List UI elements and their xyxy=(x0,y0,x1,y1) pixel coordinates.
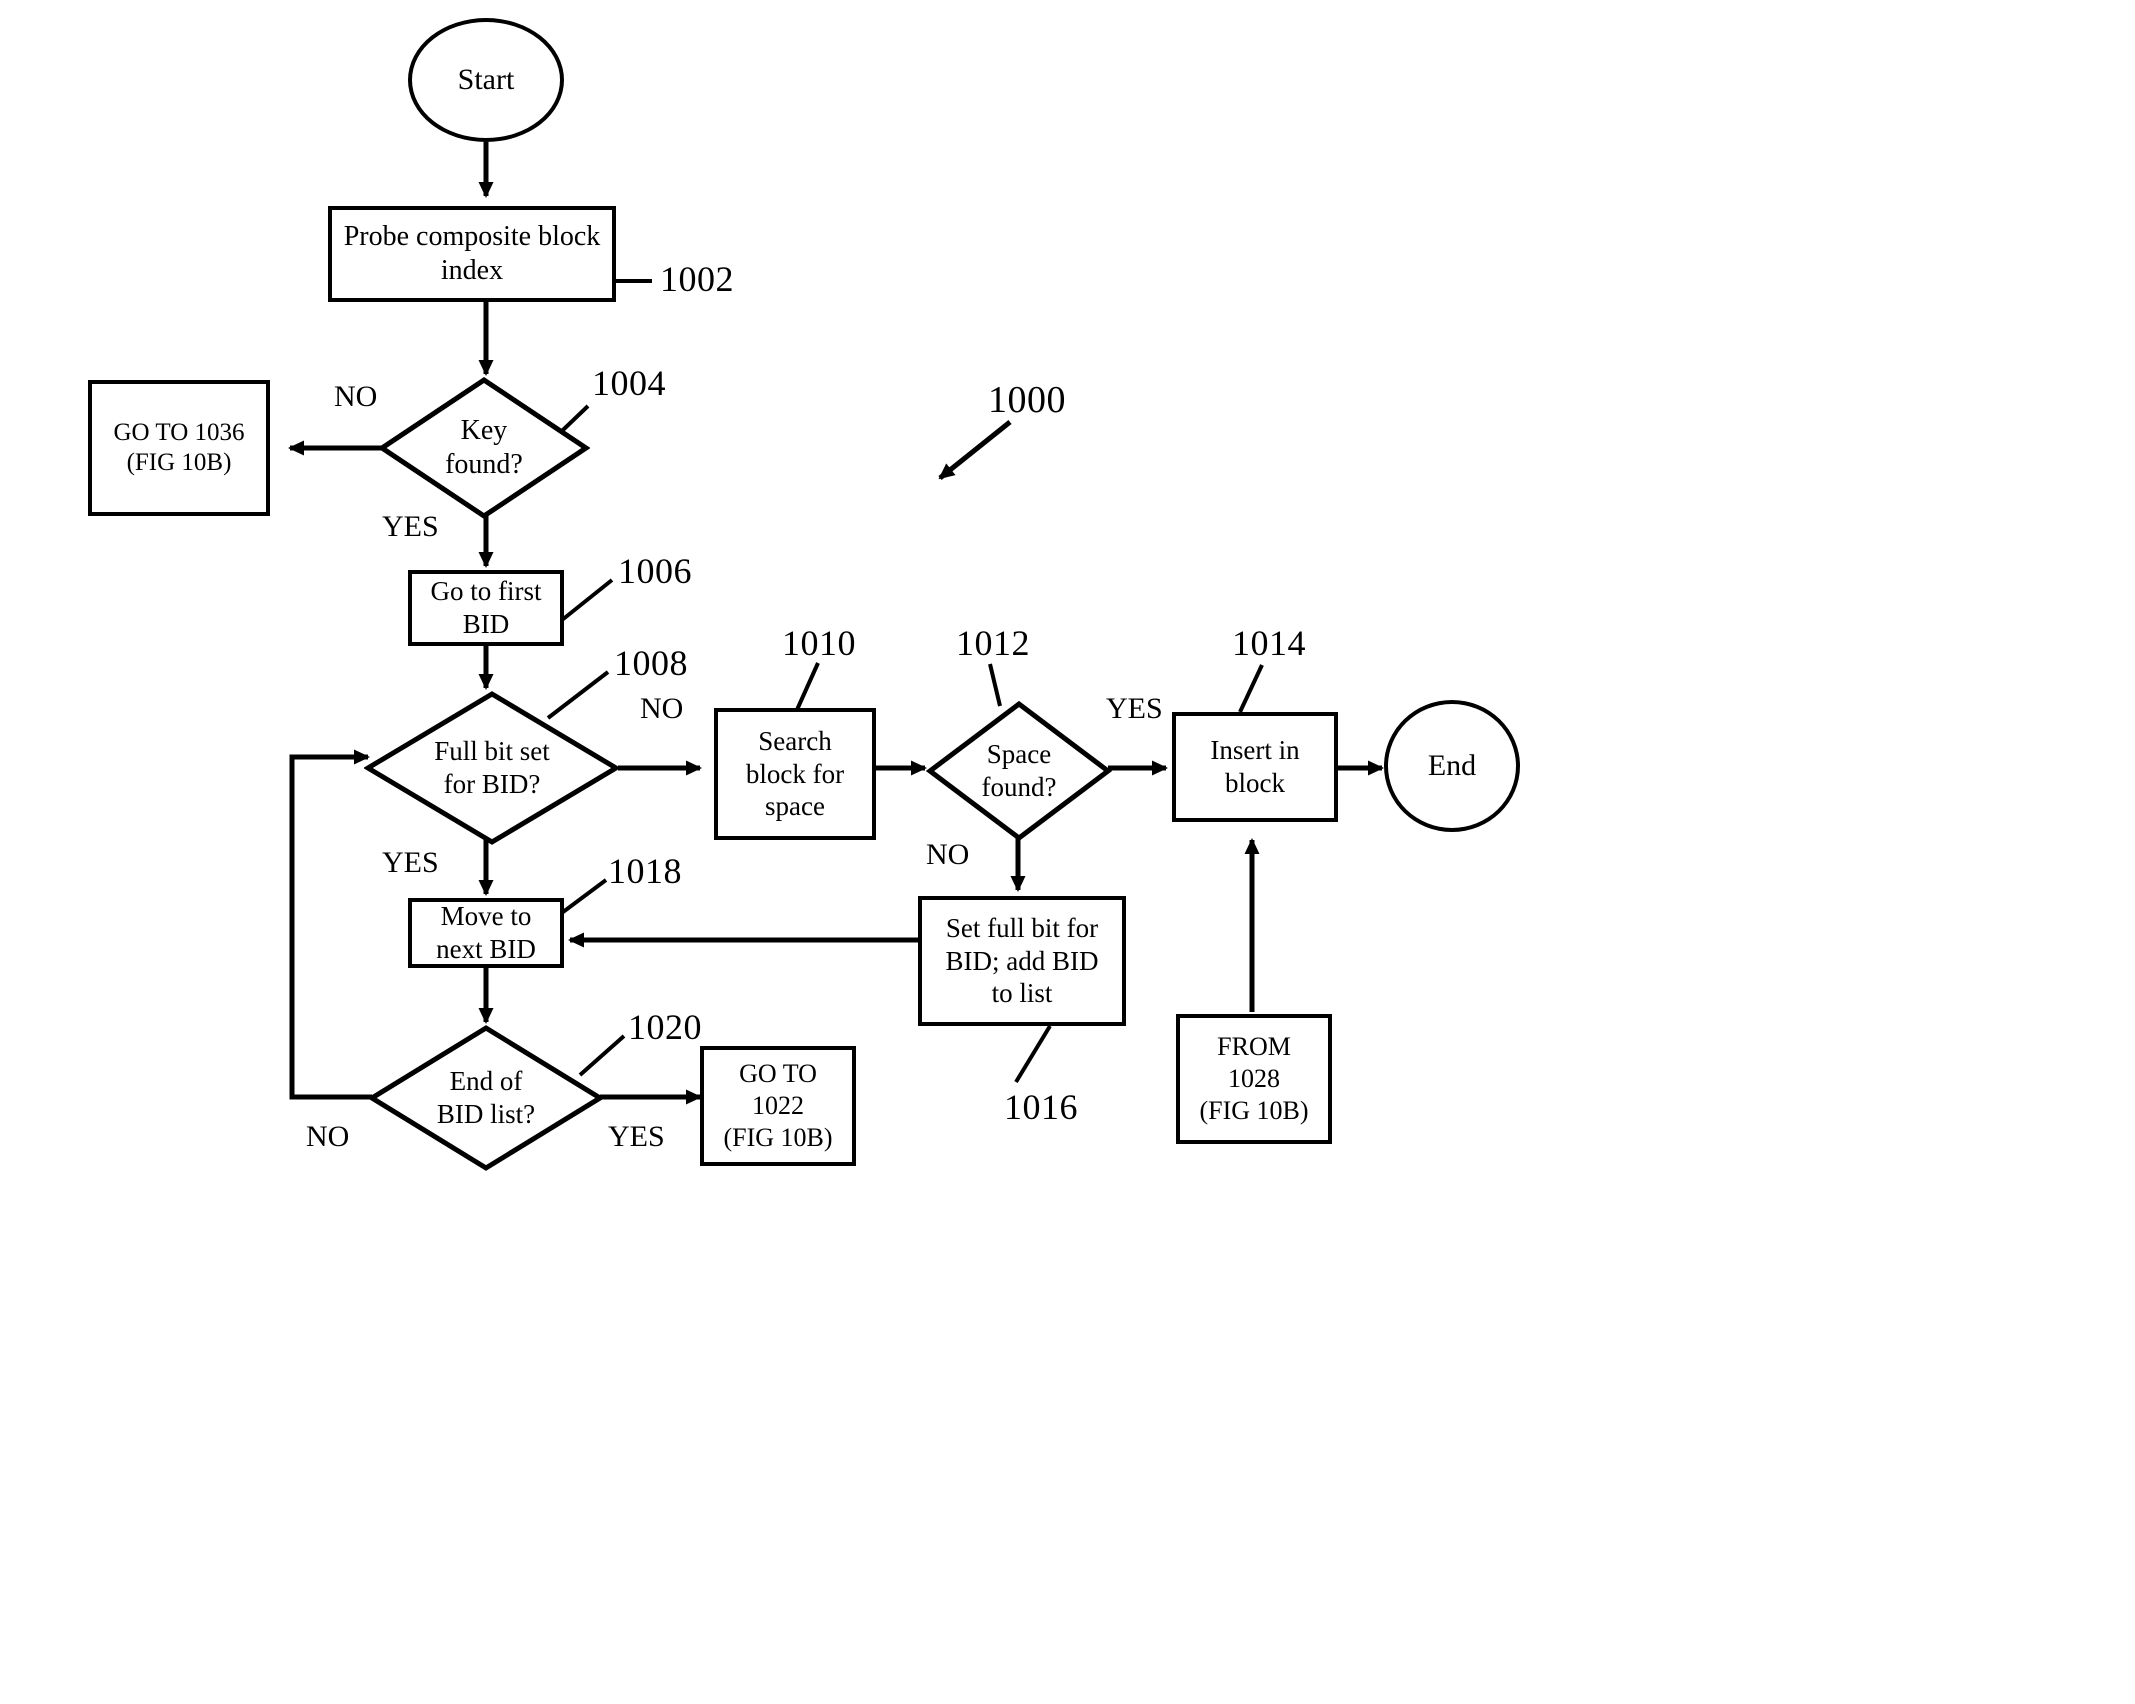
node-move-next-bid-line1: Move to xyxy=(440,901,532,932)
flowchart-connectors xyxy=(288,142,1384,1105)
ref-1006: 1006 xyxy=(618,551,692,591)
node-set-full-bit-line1: Set full bit for xyxy=(945,912,1099,943)
node-space-found-line1: Space xyxy=(986,739,1052,770)
ref-1018: 1018 xyxy=(608,851,682,891)
node-space-found: Space found? xyxy=(926,700,1112,842)
node-end-bid-list-line2: BID list? xyxy=(436,1099,536,1129)
node-set-full-bit-line3: to list xyxy=(991,978,1053,1009)
node-search-block-line1: Search xyxy=(758,725,832,756)
node-full-bit-set-line2: for BID? xyxy=(443,769,541,799)
node-goto-1022-line2: 1022 xyxy=(752,1091,804,1121)
node-move-next-bid-line2: next BID xyxy=(436,934,536,964)
node-full-bit-set-line1: Full bit set xyxy=(434,736,550,767)
edge-label-space-no: NO xyxy=(926,838,970,871)
node-goto-1036-line1: GO TO 1036 xyxy=(113,418,245,446)
node-insert-block-line1: Insert in xyxy=(1210,735,1300,766)
node-goto-1036: GO TO 1036 (FIG 10B) xyxy=(88,380,270,516)
ref-1016: 1016 xyxy=(1004,1087,1078,1127)
node-from-1028: FROM 1028 (FIG 10B) xyxy=(1176,1014,1332,1144)
node-search-block-line3: space xyxy=(765,791,825,822)
node-from-1028-line3: (FIG 10B) xyxy=(1199,1095,1309,1125)
edge-label-full-yes: YES xyxy=(382,846,439,879)
node-insert-block-line2: block xyxy=(1224,768,1285,798)
node-from-1028-line2: 1028 xyxy=(1228,1064,1280,1094)
ref-1010: 1010 xyxy=(782,623,856,663)
node-key-found-line1: Key xyxy=(460,414,508,446)
ref-1004: 1004 xyxy=(592,363,666,403)
node-end-of-bid-list: End of BID list? xyxy=(368,1024,604,1172)
node-goto-1022: GO TO 1022 (FIG 10B) xyxy=(700,1046,856,1166)
node-end-label: End xyxy=(1427,748,1477,782)
node-goto-1022-line3: (FIG 10B) xyxy=(723,1122,833,1152)
flowchart-figure: Start Probe composite block index 1002 K… xyxy=(0,0,2135,1704)
ref-1002: 1002 xyxy=(660,259,734,299)
ref-1014: 1014 xyxy=(1232,623,1306,663)
node-start-label: Start xyxy=(457,62,515,96)
node-key-found: Key found? xyxy=(378,376,590,520)
node-go-to-first-bid: Go to first BID xyxy=(408,570,564,646)
ref-1012: 1012 xyxy=(956,623,1030,663)
node-end-bid-list-line1: End of xyxy=(449,1066,523,1097)
node-insert-in-block: Insert in block xyxy=(1172,712,1338,822)
edge-label-space-yes: YES xyxy=(1106,692,1163,725)
ref-1020: 1020 xyxy=(628,1007,702,1047)
node-probe-line1: Probe composite block xyxy=(343,220,601,252)
node-full-bit-set-for-bid: Full bit set for BID? xyxy=(364,690,620,846)
edge-label-key-yes: YES xyxy=(382,510,439,543)
edge-label-endlist-no: NO xyxy=(306,1120,350,1153)
node-start: Start xyxy=(408,18,564,142)
edge-label-full-no: NO xyxy=(640,692,684,725)
node-end: End xyxy=(1384,700,1520,832)
edge-label-key-no: NO xyxy=(334,380,378,413)
node-go-first-bid-line1: Go to first xyxy=(430,576,542,607)
node-goto-1036-line2: (FIG 10B) xyxy=(126,449,232,476)
node-goto-1022-line1: GO TO xyxy=(739,1059,817,1089)
node-set-full-bit-line2: BID; add BID xyxy=(945,945,1099,976)
ref-1000: 1000 xyxy=(988,379,1066,421)
node-go-first-bid-line2: BID xyxy=(462,609,510,639)
node-search-block-for-space: Search block for space xyxy=(714,708,876,840)
edge-label-endlist-yes: YES xyxy=(608,1120,665,1153)
node-search-block-line2: block for xyxy=(745,758,845,789)
node-key-found-line2: found? xyxy=(445,449,523,480)
node-from-1028-line1: FROM xyxy=(1217,1032,1291,1062)
node-probe-line2: index xyxy=(440,255,504,286)
ref-1008: 1008 xyxy=(614,643,688,683)
node-set-full-bit-for-bid: Set full bit for BID; add BID to list xyxy=(918,896,1126,1026)
node-space-found-line2: found? xyxy=(981,772,1057,802)
node-move-to-next-bid: Move to next BID xyxy=(408,898,564,968)
node-probe-composite-block-index: Probe composite block index xyxy=(328,206,616,302)
